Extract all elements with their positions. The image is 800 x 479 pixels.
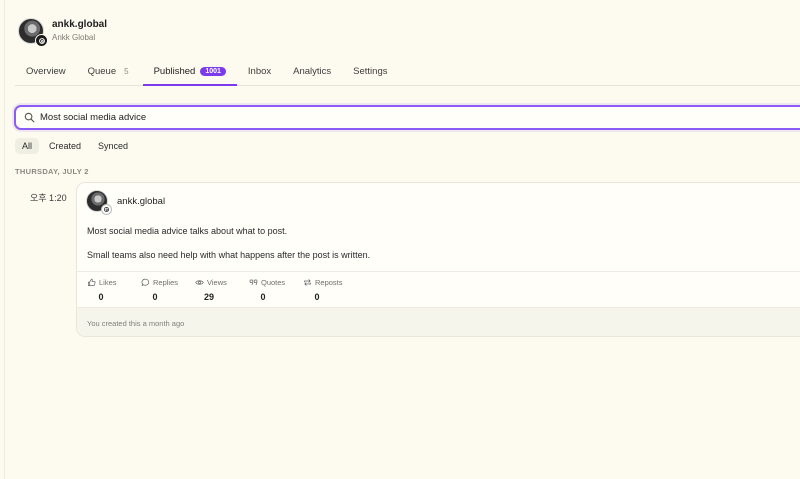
tab-label: Inbox <box>247 66 272 77</box>
post-header: ankk.global <box>86 190 166 215</box>
search-input[interactable] <box>40 112 440 123</box>
search-box[interactable] <box>14 105 800 130</box>
tab-analytics[interactable]: Analytics <box>282 62 342 86</box>
post-body: Most social media advice talks about wha… <box>87 225 370 261</box>
tab-queue[interactable]: Queue 5 <box>77 62 143 86</box>
tab-label: Published <box>153 66 196 77</box>
eye-icon <box>195 280 204 285</box>
tab-bar: Overview Queue 5 Published 1001 Inbox An… <box>15 62 800 86</box>
threads-icon <box>101 204 112 215</box>
metric-label: Replies <box>153 278 179 287</box>
tab-settings[interactable]: Settings <box>342 62 398 86</box>
post-metrics: Likes 0 Replies 0 Views 29 Quotes 0 Repo… <box>87 278 357 302</box>
metric-value: 0 <box>98 292 104 302</box>
post-avatar-wrap <box>86 190 112 215</box>
tab-overview[interactable]: Overview <box>15 62 77 86</box>
filter-all[interactable]: All <box>15 138 40 154</box>
metric-label: Views <box>207 278 227 287</box>
queue-count: 5 <box>124 67 129 76</box>
metric-quotes: Quotes 0 <box>249 278 303 302</box>
post-card[interactable]: ankk.global Most social media advice tal… <box>76 182 800 337</box>
metric-value: 0 <box>152 292 158 302</box>
metric-likes: Likes 0 <box>87 278 141 302</box>
metric-value: 29 <box>203 292 214 302</box>
published-count-badge: 1001 <box>200 67 226 76</box>
account-header: ankk.global Ankk Global <box>18 18 107 47</box>
avatar-wrap <box>18 18 48 47</box>
filter-created[interactable]: Created <box>42 138 88 154</box>
tab-label: Overview <box>26 66 66 77</box>
metric-replies: Replies 0 <box>141 278 195 302</box>
post-time: 오후 1:20 <box>30 193 67 203</box>
tab-inbox[interactable]: Inbox <box>237 62 282 86</box>
post-author: ankk.global <box>117 195 166 207</box>
metric-value: 0 <box>314 292 320 302</box>
metric-value: 0 <box>260 292 266 302</box>
thumbs-up-icon <box>87 278 96 287</box>
metric-views: Views 29 <box>195 278 249 302</box>
account-text: ankk.global Ankk Global <box>52 19 107 43</box>
post-paragraph: Most social media advice talks about wha… <box>87 226 288 236</box>
search-icon <box>24 112 35 123</box>
tab-label: Settings <box>353 66 388 77</box>
tab-label: Analytics <box>293 66 332 77</box>
metric-label: Reposts <box>315 278 343 287</box>
date-header: THURSDAY, JULY 2 <box>15 167 89 176</box>
left-rail <box>0 0 5 479</box>
post-footer: You created this a month ago <box>77 307 800 336</box>
account-display-name: Ankk Global <box>52 33 96 42</box>
filter-synced[interactable]: Synced <box>91 138 135 154</box>
tab-published[interactable]: Published 1001 <box>142 62 237 86</box>
account-handle: ankk.global <box>52 19 108 30</box>
metric-label: Quotes <box>261 278 286 287</box>
tab-label: Queue <box>87 66 117 77</box>
quote-icon <box>249 279 258 286</box>
repost-icon <box>303 279 312 286</box>
metric-reposts: Reposts 0 <box>303 278 357 302</box>
threads-icon <box>35 34 48 47</box>
post-paragraph: Small teams also need help with what hap… <box>87 250 371 260</box>
metric-label: Likes <box>99 278 117 287</box>
filter-group: All Created Synced <box>15 138 135 154</box>
divider <box>77 271 800 272</box>
reply-icon <box>141 278 150 287</box>
